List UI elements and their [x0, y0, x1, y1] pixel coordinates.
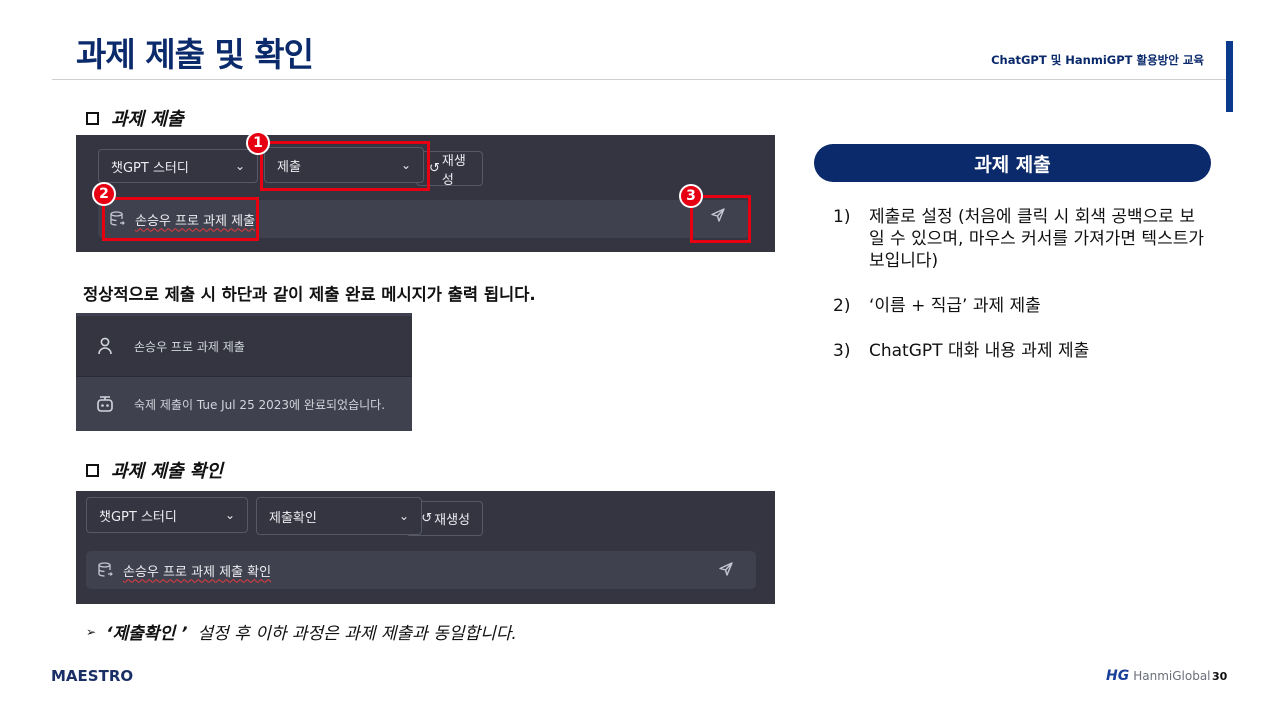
confirm-screenshot: 챗GPT 스터디 ⌄ ↺ 재생성 제출확인 ⌄ 손승우 프로 과제 제출 확인	[76, 491, 775, 604]
maestro-logo: MAESTRO	[51, 667, 134, 685]
marker-3: 3	[679, 184, 703, 208]
section-heading-label: 과제 제출	[111, 109, 184, 130]
chevron-down-icon: ⌄	[224, 508, 235, 522]
step-number: 2)	[833, 296, 851, 316]
bottom-note-text: 설정 후 이하 과정은 과제 제출과 동일합니다.	[197, 624, 517, 644]
completion-notice: 정상적으로 제출 시 하단과 같이 제출 완료 메시지가 출력 됩니다.	[83, 285, 536, 304]
highlight-box-1	[260, 141, 430, 191]
send-icon[interactable]	[718, 561, 734, 581]
step-number: 3)	[833, 341, 851, 361]
prompt-input[interactable]: 손승우 프로 과제 제출 확인	[86, 551, 756, 589]
bot-message-row: 숙제 제출이 Tue Jul 25 2023에 완료되었습니다.	[76, 377, 412, 431]
page-number: 30	[1212, 670, 1228, 683]
mode-select[interactable]: 제출확인 ⌄	[256, 497, 422, 535]
chat-result-screenshot: 손승우 프로 과제 제출 숙제 제출이 Tue Jul 25 2023에 완료되…	[76, 313, 412, 431]
model-select-label: 챗GPT 스터디	[111, 160, 189, 176]
header-subtitle: ChatGPT 및 HanmiGPT 활용방안 교육	[991, 53, 1204, 67]
accent-bar	[1226, 41, 1233, 112]
regenerate-label: 재생성	[441, 153, 466, 188]
side-panel-title: 과제 제출	[814, 144, 1211, 182]
user-icon	[76, 337, 134, 355]
step-text: ‘이름 + 직급’ 과제 제출	[869, 296, 1041, 316]
user-message-text: 손승우 프로 과제 제출	[134, 339, 245, 354]
step-1: 1) 제출로 설정 (처음에 클릭 시 회색 공백으로 보일 수 있으며, 마우…	[833, 206, 1213, 272]
checkbox-bullet-icon	[86, 111, 99, 125]
step-3: 3) ChatGPT 대화 내용 과제 제출	[833, 340, 1213, 362]
chevron-down-icon: ⌄	[234, 159, 245, 173]
regenerate-label: 재생성	[434, 513, 470, 528]
marker-1: 1	[246, 131, 270, 155]
section-heading-confirm: 과제 제출 확인	[86, 457, 223, 483]
marker-2: 2	[92, 182, 116, 206]
step-2: 2) ‘이름 + 직급’ 과제 제출	[833, 295, 1213, 317]
submit-screenshot: 챗GPT 스터디 ⌄ ↺ 재생성 제출 ⌄ 손승우 프로 과제 제출	[76, 135, 775, 252]
mode-select-label: 제출확인	[269, 510, 317, 526]
step-text: ChatGPT 대화 내용 과제 제출	[869, 341, 1090, 361]
model-select[interactable]: 챗GPT 스터디 ⌄	[98, 149, 258, 183]
bottom-note-quoted: ‘제출확인 ’	[106, 624, 188, 644]
step-number: 1)	[833, 207, 851, 227]
database-icon	[98, 562, 113, 577]
arrow-bullet-icon: ➢	[86, 624, 97, 639]
header-divider	[52, 79, 1228, 80]
step-text: 제출로 설정 (처음에 클릭 시 회색 공백으로 보일 수 있으며, 마우스 커…	[869, 207, 1204, 271]
user-message-row: 손승우 프로 과제 제출	[76, 316, 412, 376]
bottom-note: ➢ ‘제출확인 ’ 설정 후 이하 과정은 과제 제출과 동일합니다.	[86, 619, 517, 644]
page-title: 과제 제출 및 확인	[76, 35, 314, 74]
bot-message-text: 숙제 제출이 Tue Jul 25 2023에 완료되었습니다.	[134, 397, 386, 412]
hanmiglobal-name: HanmiGlobal	[1133, 669, 1211, 683]
checkbox-bullet-icon	[86, 463, 99, 477]
model-select-label: 챗GPT 스터디	[99, 509, 177, 525]
model-select[interactable]: 챗GPT 스터디 ⌄	[86, 497, 248, 533]
prompt-text: 손승우 프로 과제 제출 확인	[123, 564, 272, 580]
hg-mark: HG	[1106, 668, 1130, 684]
section-heading-submit: 과제 제출	[86, 105, 184, 131]
section-heading-label: 과제 제출 확인	[111, 461, 223, 482]
hanmiglobal-logo: HG HanmiGlobal	[1106, 668, 1211, 684]
chevron-down-icon: ⌄	[398, 509, 409, 523]
highlight-box-2	[102, 197, 259, 241]
robot-icon	[76, 395, 134, 413]
